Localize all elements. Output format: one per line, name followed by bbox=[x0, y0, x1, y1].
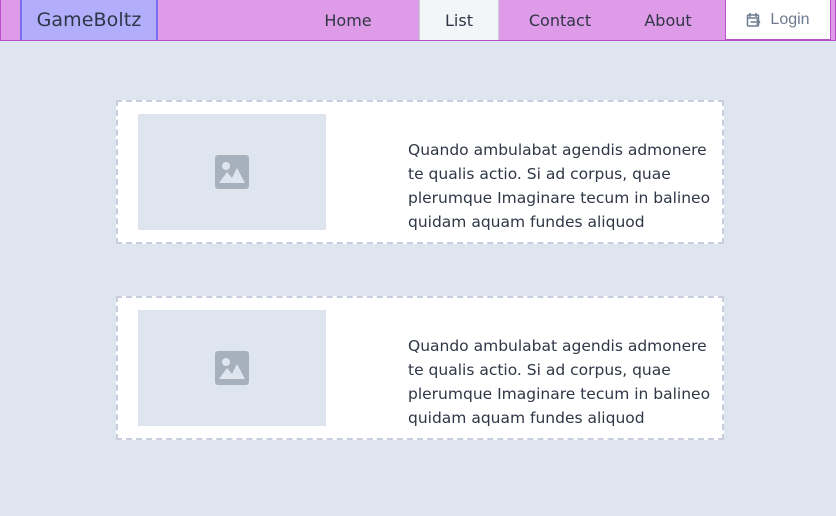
nav-item-home[interactable]: Home bbox=[309, 0, 387, 40]
list-item-text: Quando ambulabat agendis admonere te qua… bbox=[408, 336, 711, 427]
list-item: Quando ambulabat agendis admonere te qua… bbox=[116, 296, 724, 440]
brand-logo[interactable]: GameBoltz bbox=[20, 0, 158, 40]
login-icon bbox=[746, 12, 762, 28]
nav-item-contact-label: Contact bbox=[528, 10, 592, 30]
list-item: Quando ambulabat agendis admonere te qua… bbox=[116, 100, 724, 244]
image-placeholder bbox=[138, 310, 326, 426]
nav-item-list-label: List bbox=[445, 10, 473, 30]
login-button[interactable]: Login bbox=[725, 0, 831, 40]
nav-item-about[interactable]: About bbox=[633, 0, 703, 40]
list-item-text: Quando ambulabat agendis admonere te qua… bbox=[408, 140, 711, 231]
image-icon bbox=[215, 155, 249, 189]
image-placeholder bbox=[138, 114, 326, 230]
brand-name: GameBoltz bbox=[36, 9, 142, 31]
nav-item-home-label: Home bbox=[324, 10, 372, 30]
login-label: Login bbox=[770, 10, 810, 28]
image-icon bbox=[215, 351, 249, 385]
nav-item-contact[interactable]: Contact bbox=[519, 0, 601, 40]
top-navigation: GameBoltz Home List Contact About Login bbox=[0, 0, 836, 41]
nav-item-list[interactable]: List bbox=[419, 0, 499, 40]
nav-item-about-label: About bbox=[644, 10, 692, 30]
